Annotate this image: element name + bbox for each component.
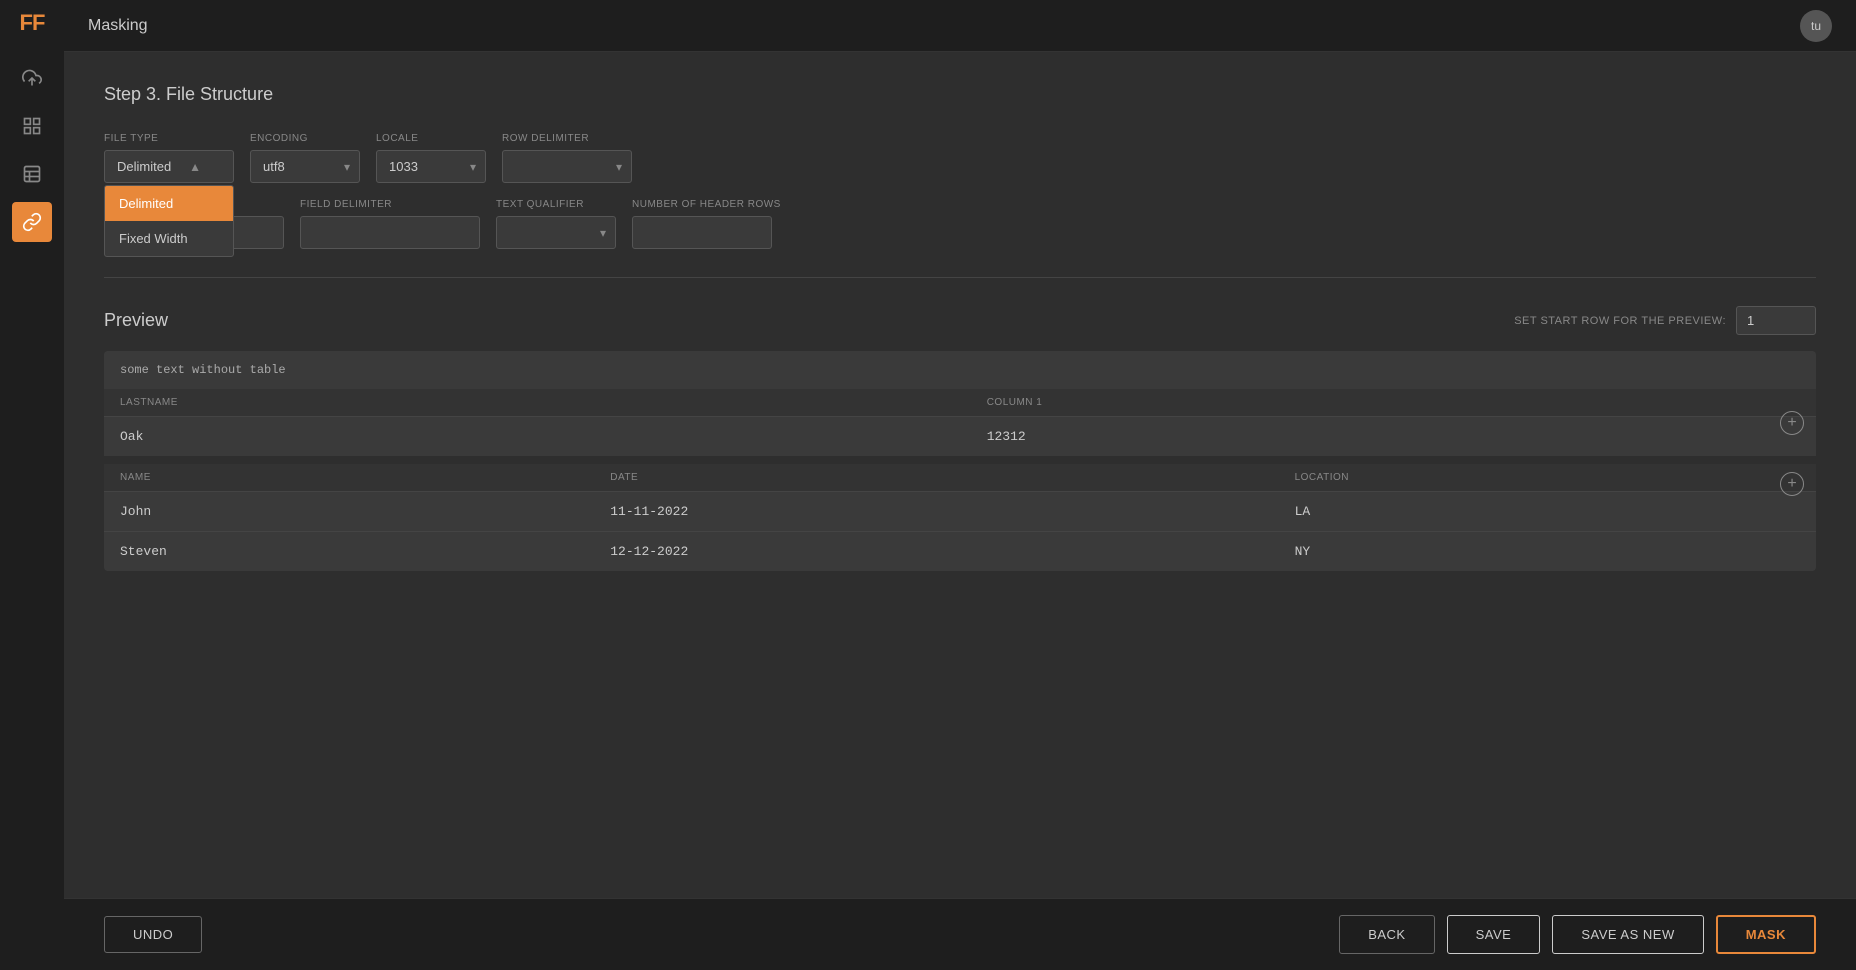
table-1-cell-lastname: Oak: [104, 417, 971, 457]
table-2-cell-name-1: John: [104, 492, 594, 532]
preview-area: some text without table LASTNAME COLUMN …: [104, 351, 1816, 571]
add-row-button-2[interactable]: +: [1780, 472, 1804, 496]
mask-button[interactable]: MASK: [1716, 915, 1816, 954]
save-as-new-button[interactable]: SAVE AS NEW: [1552, 915, 1703, 954]
sidebar: FF: [0, 0, 64, 970]
field-delimiter-label: FIELD DELIMITER: [300, 199, 480, 210]
form-row-2: COMMENT FIELD DELIMITER TEXT QUALIFIER: [104, 199, 1816, 249]
bottom-bar: UNDO BACK SAVE SAVE AS NEW MASK: [64, 898, 1856, 970]
row-delimiter-label: ROW DELIMITER: [502, 133, 632, 144]
locale-field: LOCALE 1033 1034: [376, 133, 486, 183]
sidebar-item-link[interactable]: [12, 202, 52, 242]
section-divider: [104, 277, 1816, 278]
add-row-button-1[interactable]: +: [1780, 411, 1804, 435]
table-2-col-date: DATE: [594, 464, 1278, 492]
header-rows-label: NUMBER OF HEADER ROWS: [632, 199, 781, 210]
file-type-dropdown-menu: Delimited Fixed Width: [104, 185, 234, 257]
table-section-divider: [104, 456, 1816, 464]
start-row-control: SET START ROW FOR THE PREVIEW:: [1514, 306, 1816, 335]
start-row-label: SET START ROW FOR THE PREVIEW:: [1514, 315, 1726, 327]
undo-button[interactable]: UNDO: [104, 916, 202, 953]
sidebar-item-grid[interactable]: [12, 106, 52, 146]
locale-select[interactable]: 1033 1034: [376, 150, 486, 183]
table-1-cell-column1: 12312: [971, 417, 1816, 457]
text-qualifier-select[interactable]: [496, 216, 616, 249]
file-type-label: FILE TYPE: [104, 133, 234, 144]
table-2-cell-location-1: LA: [1279, 492, 1816, 532]
user-info: tu: [1800, 10, 1832, 42]
main-area: Masking tu Step 3. File Structure FILE T…: [64, 0, 1856, 970]
encoding-field: ENCODING utf8 ascii: [250, 133, 360, 183]
table-1-col-column1: COLUMN 1: [971, 389, 1816, 417]
step-title: Step 3. File Structure: [104, 84, 1816, 105]
locale-label: LOCALE: [376, 133, 486, 144]
text-qualifier-label: TEXT QUALIFIER: [496, 199, 616, 210]
dropdown-item-fixed-width[interactable]: Fixed Width: [105, 221, 233, 256]
row-delimiter-select-wrapper: [502, 150, 632, 183]
locale-select-wrapper: 1033 1034: [376, 150, 486, 183]
preview-table-1: LASTNAME COLUMN 1 Oak 12312: [104, 389, 1816, 456]
preview-title: Preview: [104, 310, 168, 331]
encoding-select[interactable]: utf8 ascii: [250, 150, 360, 183]
preview-table-group-1: LASTNAME COLUMN 1 Oak 12312 +: [104, 389, 1816, 456]
table-2-cell-name-2: Steven: [104, 532, 594, 572]
field-delimiter-field: FIELD DELIMITER: [300, 199, 480, 249]
table-2-col-name: NAME: [104, 464, 594, 492]
table-2-cell-date-1: 11-11-2022: [594, 492, 1278, 532]
table-row: John 11-11-2022 LA: [104, 492, 1816, 532]
row-delimiter-select[interactable]: [502, 150, 632, 183]
preview-pre-text: some text without table: [104, 351, 1816, 389]
file-type-field: FILE TYPE Delimited ▲ Delimited Fixed Wi…: [104, 133, 234, 183]
file-type-dropdown-button[interactable]: Delimited ▲: [104, 150, 234, 183]
preview-header: Preview SET START ROW FOR THE PREVIEW:: [104, 306, 1816, 335]
back-button[interactable]: BACK: [1339, 915, 1434, 954]
avatar[interactable]: tu: [1800, 10, 1832, 42]
encoding-label: ENCODING: [250, 133, 360, 144]
start-row-input[interactable]: [1736, 306, 1816, 335]
encoding-select-wrapper: utf8 ascii: [250, 150, 360, 183]
file-type-chevron-icon: ▲: [189, 160, 201, 174]
table-2-cell-date-2: 12-12-2022: [594, 532, 1278, 572]
content-area: Step 3. File Structure FILE TYPE Delimit…: [64, 52, 1856, 898]
row-delimiter-field: ROW DELIMITER: [502, 133, 632, 183]
table-2-header-row: NAME DATE LOCATION: [104, 464, 1816, 492]
table-2-col-location: LOCATION: [1279, 464, 1816, 492]
text-qualifier-field: TEXT QUALIFIER: [496, 199, 616, 249]
text-qualifier-select-wrapper: [496, 216, 616, 249]
app-logo: FF: [20, 12, 45, 34]
table-1-col-lastname: LASTNAME: [104, 389, 971, 417]
topbar: Masking tu: [64, 0, 1856, 52]
field-delimiter-input[interactable]: [300, 216, 480, 249]
form-row-1: FILE TYPE Delimited ▲ Delimited Fixed Wi…: [104, 133, 1816, 183]
file-type-selected: Delimited: [117, 159, 171, 174]
header-rows-field: NUMBER OF HEADER ROWS: [632, 199, 781, 249]
preview-table-2: NAME DATE LOCATION John 11-11-2022 LA St…: [104, 464, 1816, 571]
table-2-cell-location-2: NY: [1279, 532, 1816, 572]
page-title: Masking: [88, 17, 148, 35]
table-1-header-row: LASTNAME COLUMN 1: [104, 389, 1816, 417]
header-rows-input[interactable]: [632, 216, 772, 249]
preview-table-group-2: NAME DATE LOCATION John 11-11-2022 LA St…: [104, 464, 1816, 571]
sidebar-item-table[interactable]: [12, 154, 52, 194]
table-row: Steven 12-12-2022 NY: [104, 532, 1816, 572]
sidebar-item-upload[interactable]: [12, 58, 52, 98]
table-row: Oak 12312: [104, 417, 1816, 457]
save-button[interactable]: SAVE: [1447, 915, 1541, 954]
dropdown-item-delimited[interactable]: Delimited: [105, 186, 233, 221]
action-buttons: BACK SAVE SAVE AS NEW MASK: [1339, 915, 1816, 954]
